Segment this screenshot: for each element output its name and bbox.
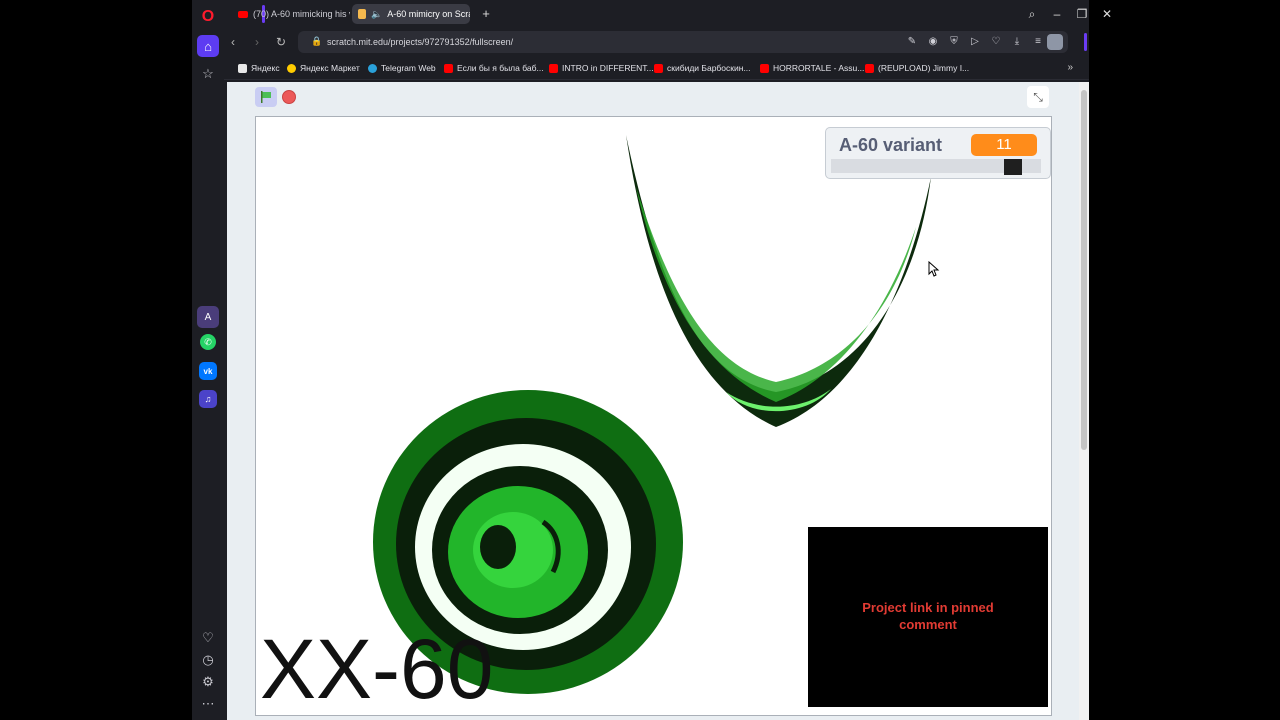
tab-scratch[interactable]: 🔈 A-60 mimicry on Scrat [352,4,470,24]
download-icon[interactable]: ⤓ [1011,36,1023,48]
player-controls: ⤡ [227,82,1079,112]
lock-icon: 🔒 [311,36,323,46]
variable-slider[interactable] [831,159,1041,175]
youtube-icon [549,63,558,73]
scratch-page: ⤡ A-60 variant 11 XX-60 Project link in … [227,82,1089,720]
variable-monitor[interactable]: A-60 variant 11 [825,127,1051,179]
youtube-icon [654,63,663,73]
stage[interactable]: A-60 variant 11 XX-60 Project link in pi… [255,116,1052,716]
tab-title: A-60 mimicry on Scrat [387,9,470,19]
youtube-icon [760,63,769,73]
reload-button[interactable]: ↻ [272,33,290,51]
stage-title-text: XX-60 [260,622,494,716]
stop-button[interactable] [282,90,296,104]
music-player-icon[interactable]: ♫ [199,390,217,408]
cursor-icon [928,261,940,277]
scrollbar-thumb[interactable] [1081,90,1087,450]
flag-icon [261,91,271,103]
scrollbar[interactable] [1079,82,1089,720]
chevron-right-icon[interactable]: » [1067,62,1073,73]
menu-icon[interactable]: ≡ [1032,36,1044,48]
home-icon[interactable]: ⌂ [197,35,219,57]
heart-icon[interactable]: ♡ [990,36,1002,48]
bookmark-item[interactable]: Яндекс [238,63,280,73]
forward-button[interactable]: › [248,33,266,51]
restore-button[interactable]: ❐ [1073,5,1091,23]
opera-sidebar: O ⌂ ☆ A ✆ vk ♫ ♡ ◷ ⚙ ⋯ [192,0,224,720]
slider-handle[interactable] [1004,159,1022,175]
info-box: Project link in pinned comment [808,527,1048,707]
monitor-value: 11 [971,134,1037,156]
info-text: Project link in pinned comment [862,600,994,632]
bookmark-item[interactable]: (REUPLOAD) Jimmy I... [865,63,969,73]
star-icon[interactable]: ☆ [197,63,219,85]
heart-icon[interactable]: ♡ [197,627,219,649]
green-flag-button[interactable] [255,87,277,107]
tab-title: (70) A-60 mimicking his v [253,9,350,19]
aria-icon[interactable]: A [197,306,219,328]
exit-fullscreen-button[interactable]: ⤡ [1027,86,1049,108]
speaker-icon[interactable]: 🔈 [371,9,382,20]
page-icon [238,63,247,73]
camera-icon[interactable]: ◉ [927,36,939,48]
url-text[interactable]: scratch.mit.edu/projects/972791352/fulls… [327,37,513,47]
whatsapp-icon[interactable]: ✆ [200,334,216,350]
telegram-icon [368,63,377,73]
sidebar-accent [1084,33,1087,51]
play-icon[interactable]: ▷ [969,36,981,48]
address-bar: ‹ › ↻ 🔒 scratch.mit.edu/projects/9727913… [224,28,1089,56]
new-tab-button[interactable]: + [478,6,494,22]
search-icon[interactable]: ⌕ [1023,5,1041,23]
bookmark-item[interactable]: Яндекс Маркет [287,63,360,73]
bookmark-item[interactable]: Telegram Web [368,63,436,73]
youtube-icon [865,63,874,73]
shield-icon[interactable]: ⛨ [948,36,960,48]
vk-icon[interactable]: vk [199,362,217,380]
youtube-icon [238,10,248,18]
opera-logo-icon[interactable]: O [197,6,219,28]
bookmark-item[interactable]: скибиди Барбоскин... [654,63,751,73]
tab-youtube[interactable]: (70) A-60 mimicking his v [232,4,350,24]
clock-icon[interactable]: ◷ [197,649,219,671]
bookmark-item[interactable]: Если бы я была баб... [444,63,544,73]
yandex-market-icon [287,63,296,73]
youtube-icon [444,63,453,73]
bookmarks-bar: Яндекс Яндекс Маркет Telegram Web Если б… [224,56,1089,80]
minimize-button[interactable]: – [1048,5,1066,23]
bookmark-item[interactable]: INTRO in DIFFERENT... [549,63,654,73]
bookmark-item[interactable]: HORRORTALE - Assu... [760,63,864,73]
tab-bar: (70) A-60 mimicking his v 🔈 A-60 mimicry… [224,0,1112,28]
more-icon[interactable]: ⋯ [197,693,219,715]
gear-icon[interactable]: ⚙ [197,671,219,693]
scratch-icon [358,9,366,19]
back-button[interactable]: ‹ [224,33,242,51]
avatar[interactable] [1047,34,1063,50]
close-button[interactable]: ✕ [1098,5,1116,23]
edit-icon[interactable]: ✎ [906,36,918,48]
monitor-label: A-60 variant [839,135,943,155]
